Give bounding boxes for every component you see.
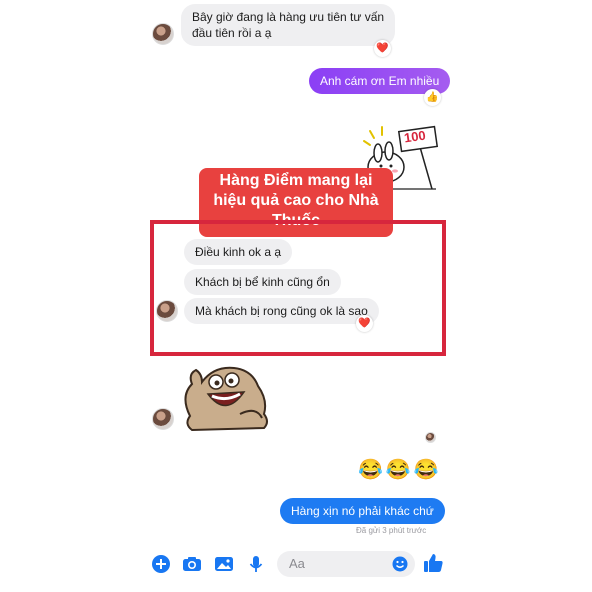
contact-avatar[interactable] bbox=[152, 23, 174, 45]
outgoing-message[interactable]: Hàng xịn nó phải khác chứ bbox=[280, 498, 445, 524]
incoming-message[interactable]: Khách bị bể kinh cũng ổn bbox=[184, 269, 341, 295]
banner-line: hiệu quả cao cho Nhà bbox=[213, 192, 379, 209]
camera-icon[interactable] bbox=[182, 554, 202, 574]
plus-circle-icon[interactable] bbox=[151, 554, 171, 574]
message-input[interactable]: Aa bbox=[277, 551, 415, 577]
seen-avatar bbox=[425, 432, 436, 443]
incoming-message[interactable]: Điều kinh ok a ạ bbox=[184, 239, 293, 265]
image-icon[interactable] bbox=[214, 554, 234, 574]
incoming-message[interactable]: Mà khách bị rong cũng ok là sao bbox=[184, 298, 379, 324]
heart-reaction-icon[interactable]: ❤️ bbox=[356, 315, 373, 332]
message-text: đầu tiên rồi a ạ bbox=[192, 26, 272, 40]
mic-icon[interactable] bbox=[246, 554, 266, 574]
sent-status: Đã gửi 3 phút trước bbox=[356, 526, 427, 535]
sticker-sign-text: 100 bbox=[403, 127, 427, 146]
thumbs-up-reaction-icon[interactable]: 👍 bbox=[424, 89, 441, 106]
message-input-placeholder: Aa bbox=[289, 556, 305, 571]
message-text: Bây giờ đang là hàng ưu tiên tư vấn bbox=[192, 10, 385, 24]
banner-line: Hàng Điểm mang lại bbox=[219, 172, 373, 189]
incoming-message[interactable]: Bây giờ đang là hàng ưu tiên tư vấn đầu … bbox=[181, 4, 396, 46]
laughing-emoji-icon[interactable]: 😂😂😂 bbox=[358, 457, 442, 482]
heart-reaction-icon[interactable]: ❤️ bbox=[374, 40, 391, 57]
like-icon[interactable] bbox=[422, 552, 444, 574]
contact-avatar[interactable] bbox=[152, 408, 174, 430]
message-composer: Aa bbox=[140, 548, 452, 580]
smiley-icon[interactable] bbox=[392, 556, 408, 572]
laughing-monkey-sticker-icon bbox=[184, 366, 268, 432]
contact-avatar[interactable] bbox=[156, 300, 178, 322]
